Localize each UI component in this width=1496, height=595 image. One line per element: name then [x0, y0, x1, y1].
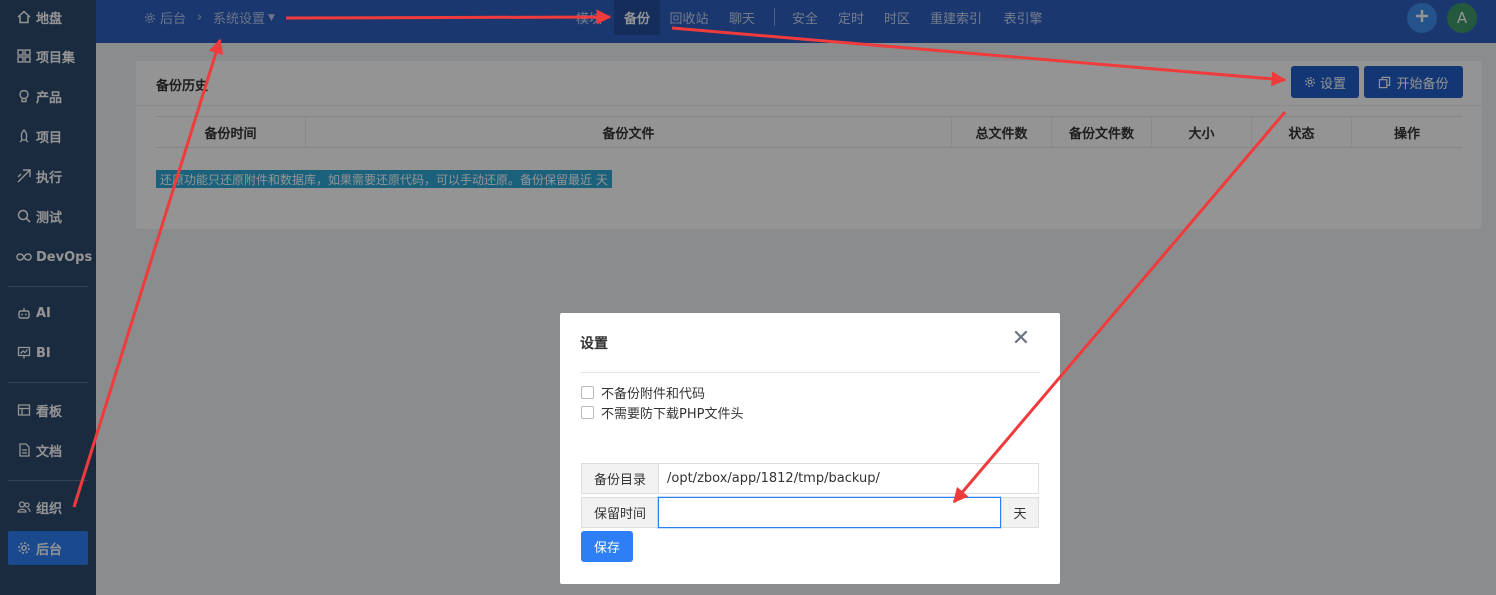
modal-header-divider [580, 372, 1040, 373]
option-skip-php-header[interactable]: 不需要防下载PHP文件头 [581, 403, 744, 422]
modal-title: 设置 [580, 336, 608, 352]
settings-modal: 设置 ✕ 不备份附件和代码 不需要防下载PHP文件头 备份目录 /opt/zbo… [560, 313, 1060, 584]
retention-label: 保留时间 [581, 497, 659, 528]
retention-unit: 天 [1001, 497, 1039, 528]
save-button[interactable]: 保存 [581, 531, 633, 562]
backup-dir-label: 备份目录 [581, 463, 659, 494]
backup-dir-field[interactable]: /opt/zbox/app/1812/tmp/backup/ [658, 463, 1039, 494]
option-label: 不备份附件和代码 [601, 386, 706, 402]
close-icon[interactable]: ✕ [1010, 326, 1032, 351]
retention-days-input[interactable] [658, 497, 1001, 528]
option-label: 不需要防下载PHP文件头 [601, 406, 744, 422]
checkbox[interactable] [581, 385, 594, 399]
checkbox[interactable] [581, 405, 594, 419]
option-skip-attachments[interactable]: 不备份附件和代码 [581, 383, 706, 402]
